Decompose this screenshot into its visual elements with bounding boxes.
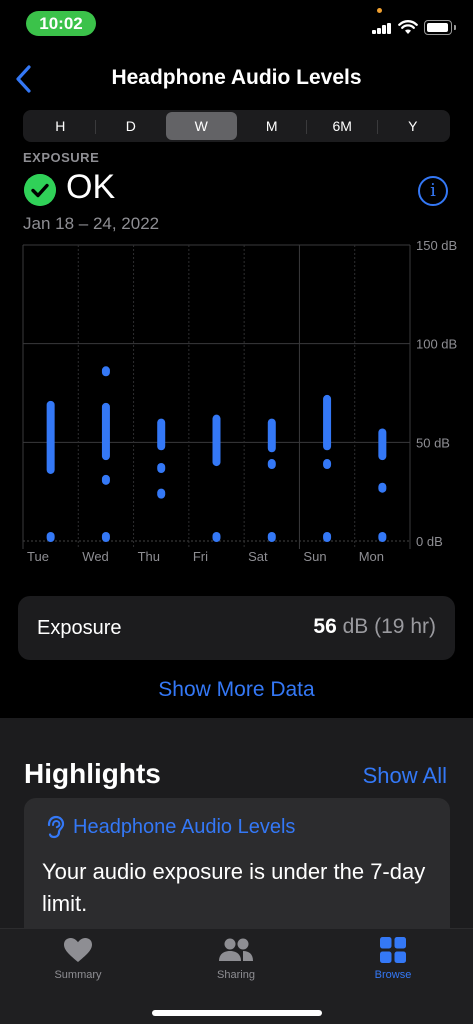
- data-point: [323, 459, 332, 470]
- range-bar: [46, 400, 55, 474]
- range-bar: [267, 418, 276, 453]
- highlights-section: Highlights Show All Headphone Audio Leve…: [0, 718, 473, 928]
- x-tick-label: Wed: [82, 549, 109, 564]
- data-point: [101, 366, 110, 377]
- range-bar: [157, 418, 166, 451]
- x-tick-label: Sun: [303, 549, 326, 564]
- x-tick-label: Fri: [193, 549, 208, 564]
- segment-month[interactable]: M: [237, 112, 307, 140]
- show-all-button[interactable]: Show All: [363, 763, 447, 789]
- tab-browse[interactable]: Browse: [333, 937, 453, 981]
- data-point: [101, 474, 110, 485]
- highlight-card-body: Your audio exposure is under the 7-day l…: [42, 859, 426, 916]
- y-tick-label: 0 dB: [416, 534, 443, 549]
- data-point: [46, 532, 55, 542]
- exposure-label: EXPOSURE: [23, 150, 100, 165]
- heart-icon: [64, 938, 92, 962]
- time-range-segmented-control: H D W M 6M Y: [23, 110, 450, 142]
- data-point: [378, 532, 387, 542]
- checkmark-circle-icon: [24, 174, 56, 206]
- data-point: [212, 532, 221, 542]
- segment-hour[interactable]: H: [25, 112, 96, 140]
- exposure-summary-card: Exposure 56 dB (19 hr): [18, 596, 455, 660]
- exposure-card-label: Exposure: [37, 617, 122, 639]
- x-tick-label: Sat: [248, 549, 268, 564]
- segment-six-month[interactable]: 6M: [307, 112, 378, 140]
- range-bar: [378, 428, 387, 461]
- privacy-indicator-dot: [377, 8, 382, 13]
- highlight-card[interactable]: Headphone Audio Levels Your audio exposu…: [24, 798, 450, 928]
- status-bar: 10:02: [0, 0, 473, 50]
- show-more-data-button[interactable]: Show More Data: [0, 678, 473, 702]
- status-time: 10:02: [26, 11, 96, 36]
- exposure-status: OK: [66, 168, 116, 206]
- home-indicator: [152, 1010, 322, 1016]
- data-point: [101, 532, 110, 542]
- audio-levels-chart: 150 dB 100 dB 50 dB 0 dB Tue Wed Thu Fri Sat Sun M…: [22, 238, 457, 564]
- highlight-card-title: Headphone Audio Levels: [73, 816, 296, 838]
- x-tick-label: Tue: [27, 549, 49, 564]
- tab-bar: Summary Sharing Browse: [0, 928, 473, 1024]
- data-point: [323, 532, 332, 542]
- navigation-bar: Headphone Audio Levels: [0, 54, 473, 104]
- wifi-icon: [398, 20, 418, 34]
- main-content: H D W M 6M Y EXPOSURE OK i Jan 18 – 24, …: [0, 104, 473, 718]
- y-tick-label: 50 dB: [416, 435, 450, 450]
- page-title: Headphone Audio Levels: [111, 66, 362, 89]
- info-icon[interactable]: i: [418, 176, 448, 206]
- x-tick-label: Mon: [359, 549, 384, 564]
- highlights-title: Highlights: [24, 758, 161, 789]
- y-tick-label: 150 dB: [416, 238, 457, 253]
- battery-icon: [424, 20, 456, 35]
- tab-browse-label: Browse: [374, 969, 412, 981]
- people-icon: [219, 938, 253, 961]
- range-bar: [101, 402, 110, 461]
- data-point: [378, 482, 387, 493]
- data-point: [157, 462, 166, 473]
- tab-sharing-label: Sharing: [217, 969, 255, 981]
- data-point: [267, 532, 276, 542]
- y-tick-label: 100 dB: [416, 337, 457, 352]
- segment-year[interactable]: Y: [378, 112, 449, 140]
- data-point: [157, 488, 166, 499]
- exposure-card-value: 56 dB (19 hr): [313, 615, 436, 638]
- tab-summary[interactable]: Summary: [18, 937, 138, 981]
- x-tick-label: Thu: [138, 549, 160, 564]
- tab-sharing[interactable]: Sharing: [176, 937, 296, 981]
- cellular-signal-icon: [372, 22, 392, 34]
- segment-day[interactable]: D: [96, 112, 167, 140]
- segment-week[interactable]: W: [166, 112, 237, 140]
- ear-icon: [47, 815, 65, 839]
- grid-icon: [380, 937, 406, 963]
- data-point: [267, 459, 276, 470]
- range-bar: [212, 414, 221, 467]
- range-bar: [323, 394, 332, 451]
- date-range: Jan 18 – 24, 2022: [23, 214, 160, 233]
- tab-summary-label: Summary: [54, 969, 102, 981]
